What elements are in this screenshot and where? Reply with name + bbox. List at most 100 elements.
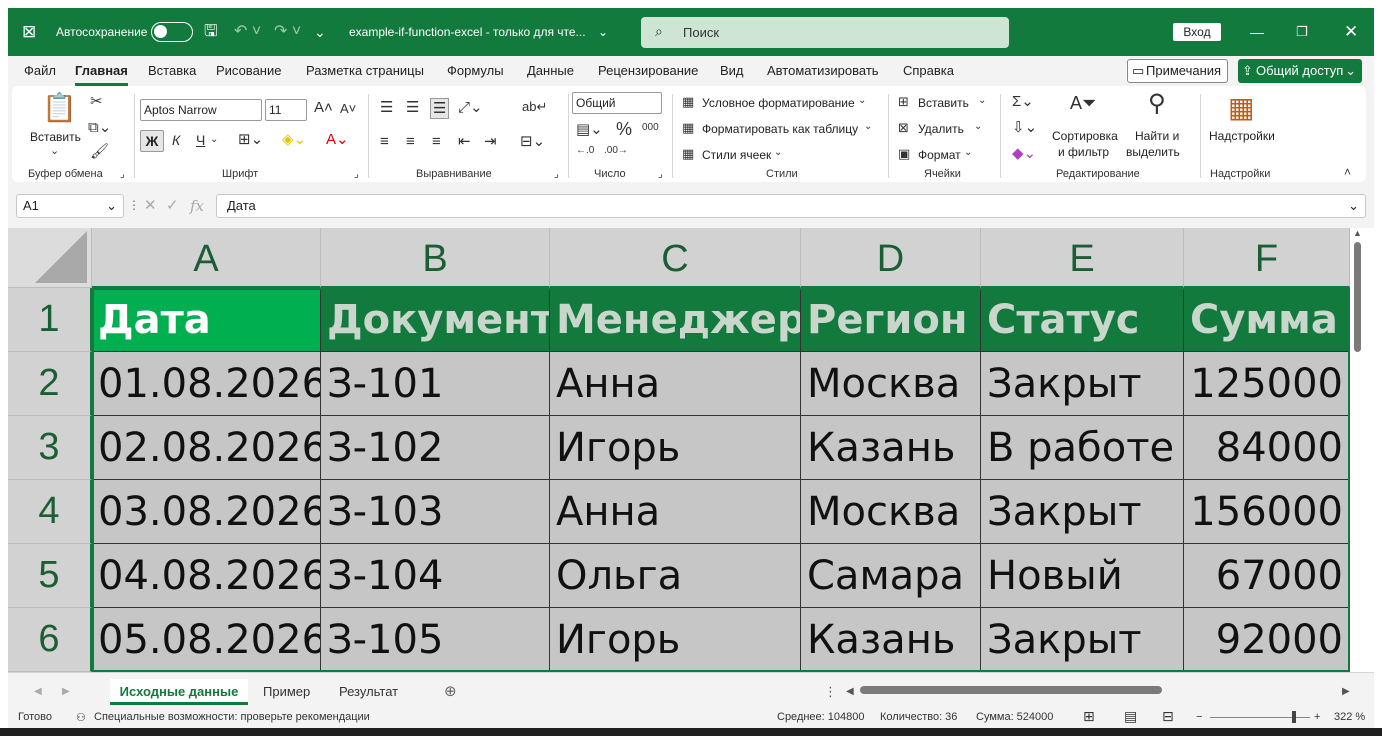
tab-formulas[interactable]: Формулы — [447, 63, 504, 78]
cell-a1[interactable]: Дата — [92, 288, 321, 352]
restore-icon[interactable]: ❐ — [1296, 8, 1308, 56]
format-cells-button[interactable]: Формат — [918, 148, 961, 162]
page-layout-view-icon[interactable]: ▤ — [1124, 708, 1137, 725]
zoom-level[interactable]: 322 % — [1334, 711, 1365, 723]
scroll-left-icon[interactable]: ◀ — [846, 679, 854, 705]
cell-styles-icon[interactable]: ▦ — [682, 147, 694, 160]
cell-a4[interactable]: 03.08.2026 — [92, 480, 321, 544]
chevron-down-icon[interactable]: ⌄ — [774, 148, 782, 158]
scroll-up-icon[interactable]: ▲ — [1353, 228, 1362, 238]
chevron-down-icon[interactable]: ⌄ — [978, 96, 986, 106]
redo-icon[interactable]: ↷ ˅ — [274, 8, 301, 56]
format-cells-icon[interactable]: ▣ — [898, 147, 910, 160]
column-header-b[interactable]: B — [321, 228, 550, 288]
dialog-launcher-icon[interactable]: ⌟ — [354, 170, 359, 180]
cell-f6[interactable]: 92000 — [1184, 608, 1350, 672]
cell-d2[interactable]: Москва — [801, 352, 981, 416]
addins-button[interactable]: Надстройки — [1209, 129, 1275, 143]
cell-d3[interactable]: Казань — [801, 416, 981, 480]
comma-style-icon[interactable]: 000 — [642, 123, 659, 133]
align-bottom-icon[interactable]: ☰ — [430, 98, 450, 119]
select-all-button[interactable] — [8, 228, 92, 288]
paste-button[interactable]: Вставить — [30, 130, 81, 144]
align-center-icon[interactable]: ≡ — [406, 134, 415, 149]
dialog-launcher-icon[interactable]: ⌟ — [658, 170, 663, 180]
tab-page-layout[interactable]: Разметка страницы — [306, 63, 424, 78]
format-as-table-button[interactable]: Форматировать как таблицу — [702, 122, 858, 136]
find-select-label-line1[interactable]: Найти и — [1135, 129, 1179, 143]
merge-center-icon[interactable]: ⊟⌄ — [520, 134, 545, 149]
search-box[interactable]: ⌕ Поиск — [641, 17, 1009, 48]
normal-view-icon[interactable]: ⊞ — [1083, 708, 1095, 725]
cell-e4[interactable]: Закрыт — [981, 480, 1184, 544]
clear-icon[interactable]: ◆⌄ — [1012, 146, 1036, 161]
save-icon[interactable]: 🖫 — [204, 8, 218, 56]
cell-e2[interactable]: Закрыт — [981, 352, 1184, 416]
zoom-slider-thumb[interactable] — [1292, 711, 1296, 723]
share-button[interactable]: ⇪ Общий доступ ⌄ — [1238, 59, 1362, 83]
delete-cells-icon[interactable]: ⊠ — [898, 121, 909, 134]
zoom-out-icon[interactable]: − — [1196, 711, 1202, 723]
addins-icon[interactable]: ▦ — [1228, 94, 1254, 122]
cell-a3[interactable]: 02.08.2026 — [92, 416, 321, 480]
accessibility-status[interactable]: Специальные возможности: проверьте реком… — [94, 711, 370, 723]
column-header-c[interactable]: C — [550, 228, 801, 288]
column-header-a[interactable]: A — [92, 228, 321, 288]
chevron-down-icon[interactable]: ⌄ — [974, 122, 982, 132]
cell-b1[interactable]: Документ — [321, 288, 550, 352]
vertical-scrollbar[interactable]: ▲ — [1350, 228, 1374, 672]
column-header-f[interactable]: F — [1184, 228, 1350, 288]
copy-icon[interactable]: ⧉⌄ — [88, 120, 111, 135]
customize-qat-icon[interactable]: ⌄ — [314, 8, 326, 56]
scroll-right-icon[interactable]: ▶ — [1342, 679, 1350, 705]
sheet-tab-example[interactable]: Пример — [263, 679, 310, 705]
insert-function-icon[interactable]: fx — [190, 194, 204, 218]
wrap-text-icon[interactable]: ab↵ — [522, 100, 547, 113]
row-header-5[interactable]: 5 — [8, 544, 92, 608]
cell-b3[interactable]: З-102 — [321, 416, 550, 480]
dialog-launcher-icon[interactable]: ⌟ — [120, 170, 125, 180]
cell-f4[interactable]: 156000 — [1184, 480, 1350, 544]
align-right-icon[interactable]: ≡ — [432, 134, 441, 149]
fill-color-icon[interactable]: ◈⌄ — [282, 132, 306, 147]
tab-view[interactable]: Вид — [720, 63, 744, 78]
column-header-d[interactable]: D — [801, 228, 981, 288]
comments-button[interactable]: ▭ Примечания — [1127, 59, 1228, 83]
cell-d4[interactable]: Москва — [801, 480, 981, 544]
sheet-tab-result[interactable]: Результат — [339, 679, 398, 705]
orientation-icon[interactable]: ⤢⌄ — [458, 100, 483, 115]
autosum-icon[interactable]: Σ⌄ — [1012, 94, 1034, 109]
cell-c1[interactable]: Менеджер — [550, 288, 801, 352]
accounting-format-icon[interactable]: ▤⌄ — [576, 122, 603, 137]
cell-f3[interactable]: 84000 — [1184, 416, 1350, 480]
sort-filter-label-line2[interactable]: и фильтр — [1058, 145, 1109, 159]
tab-draw[interactable]: Рисование — [216, 63, 281, 78]
cell-a6[interactable]: 05.08.2026 — [92, 608, 321, 672]
tab-automate[interactable]: Автоматизировать — [767, 63, 879, 78]
cell-a2[interactable]: 01.08.2026 — [92, 352, 321, 416]
font-size-select[interactable]: 11 — [265, 99, 307, 121]
tab-home[interactable]: Главная — [75, 63, 128, 78]
tab-review[interactable]: Рецензирование — [598, 63, 698, 78]
accessibility-icon[interactable]: ⚇ — [76, 711, 86, 724]
add-sheet-icon[interactable]: ⊕ — [444, 679, 457, 705]
chevron-down-icon[interactable]: ⌄ — [50, 146, 59, 157]
increase-indent-icon[interactable]: ⇥ — [484, 134, 497, 149]
increase-decimal-icon[interactable]: ←.0 — [576, 146, 594, 156]
formula-input[interactable]: Дата ⌄ — [216, 194, 1366, 218]
cut-icon[interactable]: ✂ — [90, 94, 103, 109]
cell-d1[interactable]: Регион — [801, 288, 981, 352]
row-header-6[interactable]: 6 — [8, 608, 92, 672]
name-box[interactable]: A1 ⌄ — [16, 194, 124, 218]
vertical-scroll-thumb[interactable] — [1354, 242, 1361, 352]
font-name-select[interactable]: Aptos Narrow — [140, 99, 262, 121]
italic-button[interactable]: К — [172, 133, 180, 147]
tab-data[interactable]: Данные — [527, 63, 574, 78]
increase-font-icon[interactable]: A˄ — [314, 100, 333, 115]
cell-e3[interactable]: В работе — [981, 416, 1184, 480]
conditional-formatting-button[interactable]: Условное форматирование — [702, 96, 855, 110]
sort-filter-label-line1[interactable]: Сортировка — [1052, 129, 1118, 143]
cell-b4[interactable]: З-103 — [321, 480, 550, 544]
insert-cells-icon[interactable]: ⊞ — [898, 95, 909, 108]
align-middle-icon[interactable]: ☰ — [406, 100, 419, 115]
